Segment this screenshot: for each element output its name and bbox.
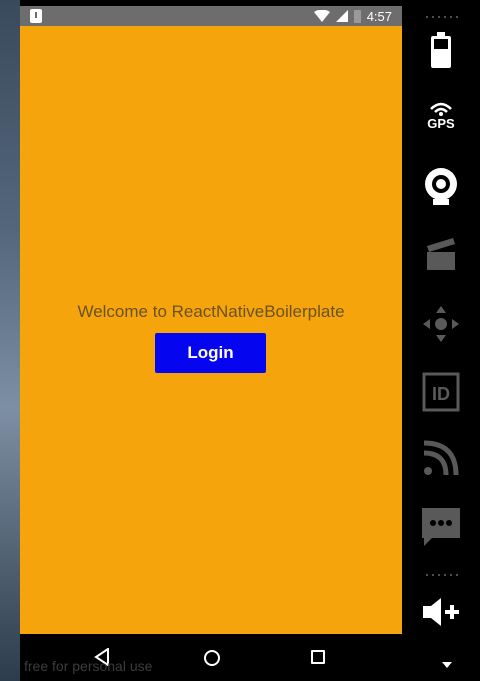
cast-icon (423, 440, 459, 476)
media-icon (427, 238, 455, 270)
alert-icon (30, 9, 42, 23)
sms-icon (422, 508, 460, 546)
camera-icon (425, 168, 457, 205)
app-content: Welcome to ReactNativeBoilerplate Login (20, 26, 402, 634)
battery-icon (353, 9, 361, 23)
welcome-text: Welcome to ReactNativeBoilerplate (77, 302, 345, 321)
signal-icon (335, 10, 348, 22)
volume-up-icon (423, 598, 459, 626)
toolbar-grip (424, 16, 460, 18)
camera-tool[interactable] (402, 165, 480, 209)
home-circle-icon[interactable] (204, 650, 220, 666)
media-tool[interactable] (402, 234, 480, 274)
gps-tool[interactable]: GPS (402, 96, 480, 136)
screen: 4:57 Welcome to ReactNativeBoilerplate L… (0, 0, 480, 681)
volume-up-tool[interactable] (402, 590, 480, 634)
status-bar: 4:57 (20, 6, 402, 26)
sms-tool[interactable] (402, 504, 480, 550)
watermark-text: free for personal use (24, 658, 153, 674)
id-tool[interactable]: ID (402, 370, 480, 414)
cast-tool[interactable] (402, 436, 480, 480)
gps-icon (430, 102, 452, 116)
battery-tool[interactable] (402, 30, 480, 70)
status-right: 4:57 (313, 6, 392, 26)
desktop-background (0, 0, 20, 681)
status-time: 4:57 (366, 8, 392, 24)
emulator-toolbar: GPS ID (402, 0, 480, 681)
chevron-down-icon[interactable] (442, 662, 452, 668)
toolbar-divider (424, 574, 460, 576)
dpad-icon (423, 306, 459, 342)
battery-icon (431, 32, 451, 68)
emulator-device: 4:57 Welcome to ReactNativeBoilerplate L… (20, 0, 402, 681)
login-button[interactable]: Login (155, 333, 266, 373)
recents-square-icon[interactable] (311, 650, 325, 664)
gps-label: GPS (427, 115, 455, 131)
id-text: ID (432, 384, 450, 404)
wifi-icon (313, 10, 330, 22)
id-icon: ID (422, 372, 460, 412)
dpad-tool[interactable] (402, 302, 480, 346)
